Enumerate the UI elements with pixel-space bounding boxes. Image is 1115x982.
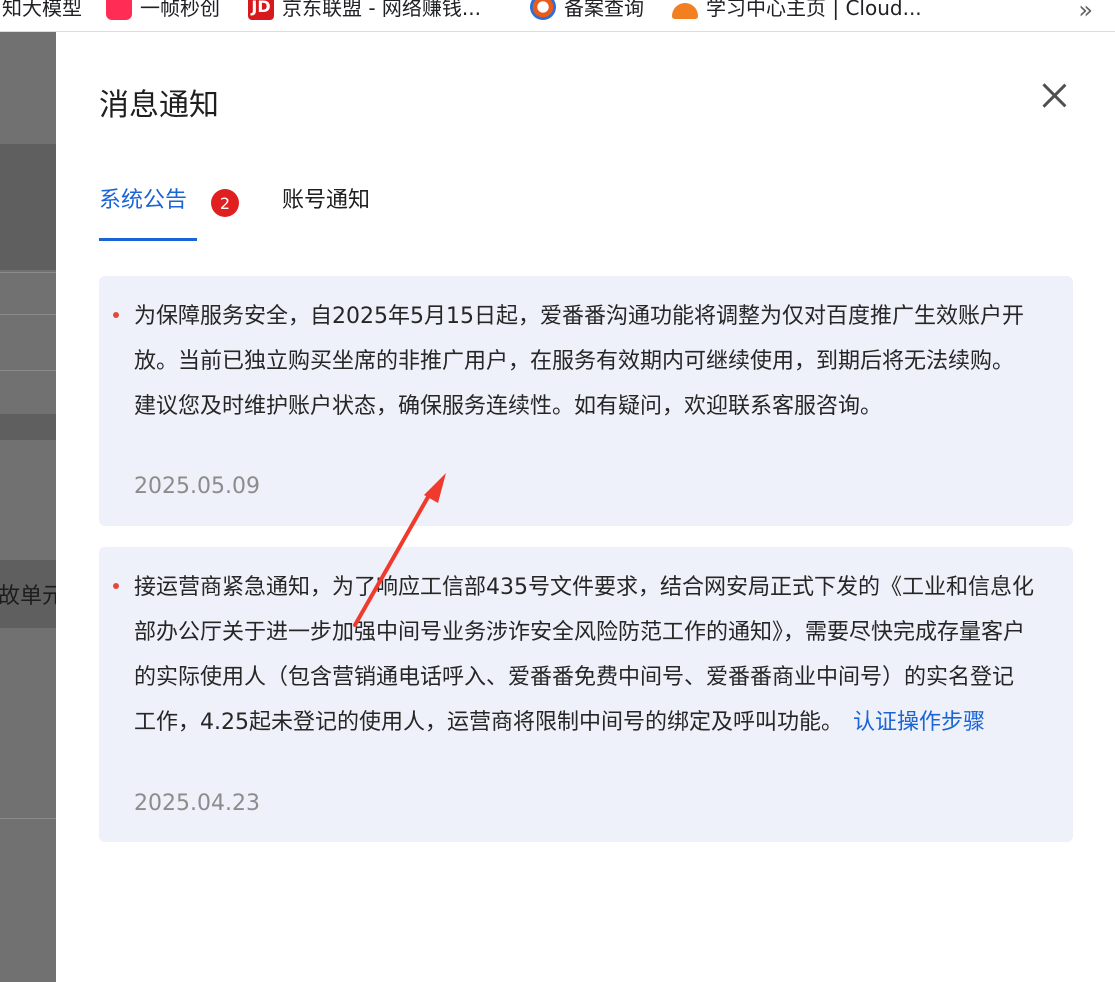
- background-divider: [0, 314, 56, 315]
- notice-card: 接运营商紧急通知，为了响应工信部435号文件要求，结合网安局正式下发的《工业和信…: [99, 547, 1073, 842]
- notice-date: 2025.04.23: [134, 791, 260, 816]
- background-partial-text: 故单元: [0, 584, 56, 609]
- beian-logo-icon: [530, 0, 556, 20]
- notice-text: 为保障服务安全，自2025年5月15日起，爱番番沟通功能将调整为仅对百度推广生效…: [134, 304, 1024, 419]
- bookmark-item[interactable]: 学习中心主页 | Cloud...: [672, 0, 922, 21]
- bookmark-label: 京东联盟 - 网络赚钱...: [282, 0, 482, 20]
- background-divider: [0, 370, 56, 371]
- notification-drawer: 消息通知 系统公告 2 账号通知 为保障服务安全，自2025年5月15日起，爱番…: [56, 32, 1115, 982]
- notice-text: 接运营商紧急通知，为了响应工信部435号文件要求，结合网安局正式下发的《工业和信…: [134, 565, 1034, 745]
- tab-label: 账号通知: [282, 188, 371, 213]
- more-bookmarks-icon[interactable]: »: [1078, 0, 1093, 24]
- bullet-dot-icon: [113, 583, 119, 589]
- background-divider: [0, 272, 56, 273]
- bookmarks-bar: 知大模型 一帧秒创 JD 京东联盟 - 网络赚钱... 备案查询 学习中心主页 …: [0, 0, 1115, 32]
- bookmark-item[interactable]: 知大模型: [2, 0, 82, 21]
- background-row: [0, 414, 56, 440]
- background-page: 故单元: [0, 32, 56, 982]
- verification-steps-link[interactable]: 认证操作步骤: [853, 710, 985, 735]
- bookmark-item[interactable]: 备案查询: [530, 0, 644, 21]
- unread-count-badge: 2: [211, 189, 239, 217]
- notice-card: 为保障服务安全，自2025年5月15日起，爱番番沟通功能将调整为仅对百度推广生效…: [99, 276, 1073, 526]
- bullet-dot-icon: [113, 312, 119, 318]
- background-divider: [0, 818, 56, 819]
- bookmark-label: 学习中心主页 | Cloud...: [706, 0, 922, 20]
- close-icon[interactable]: [1036, 78, 1072, 114]
- cloudflare-logo-icon: [672, 2, 698, 19]
- tab-system-announcement[interactable]: 系统公告: [99, 182, 187, 214]
- drawer-title: 消息通知: [99, 88, 219, 123]
- bookmark-item[interactable]: 一帧秒创: [106, 0, 220, 21]
- tab-account-notification[interactable]: 账号通知: [282, 182, 370, 214]
- background-row: [0, 144, 56, 270]
- notice-date: 2025.05.09: [134, 474, 260, 499]
- bookmark-label: 一帧秒创: [140, 0, 220, 20]
- yizhen-logo-icon: [106, 0, 132, 20]
- bookmark-label: 备案查询: [564, 0, 644, 20]
- active-tab-indicator: [99, 238, 197, 241]
- jd-logo-icon: JD: [248, 0, 274, 20]
- tab-label: 系统公告: [99, 188, 188, 213]
- bookmark-label: 知大模型: [2, 0, 82, 20]
- bookmark-item[interactable]: JD 京东联盟 - 网络赚钱...: [248, 0, 481, 21]
